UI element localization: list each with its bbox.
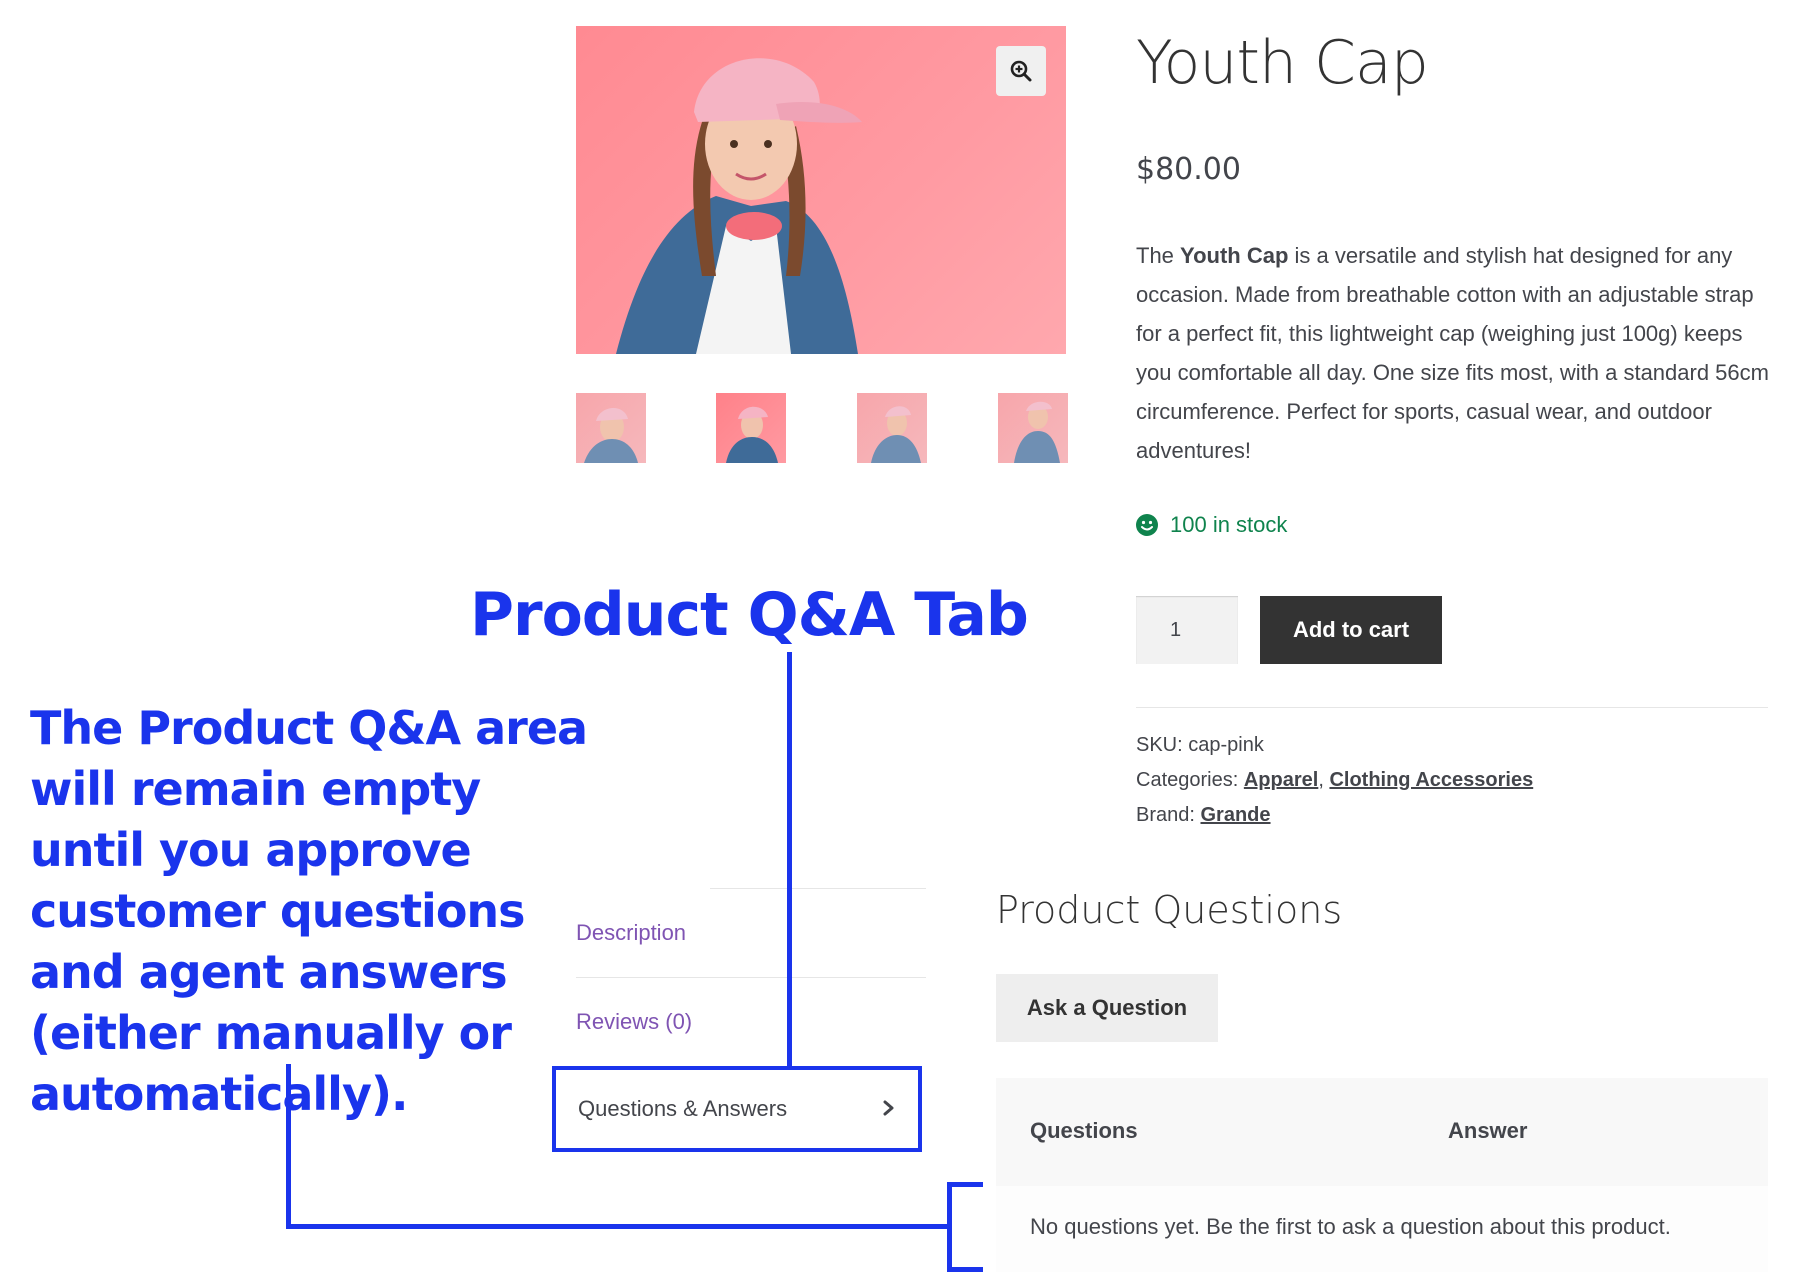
annotation-bracket <box>947 1267 983 1272</box>
brand-label: Brand: <box>1136 804 1195 826</box>
category-link-apparel[interactable]: Apparel <box>1244 769 1318 791</box>
description-text: is a versatile and stylish hat designed … <box>1136 243 1769 463</box>
tab-questions-answers-label: Questions & Answers <box>578 1096 788 1121</box>
stock-status: 100 in stock <box>1136 512 1287 538</box>
tab-description[interactable]: Description <box>576 920 686 946</box>
thumbnail-image <box>584 407 638 463</box>
thumbnail-image <box>726 406 778 463</box>
annotation-note: The Product Q&A area will remain empty u… <box>30 701 588 1121</box>
zoom-in-icon <box>1010 60 1032 82</box>
product-questions-heading: Product Questions <box>996 888 1343 932</box>
column-header-answer: Answer <box>1448 1118 1528 1143</box>
annotation-connector <box>286 1064 291 1228</box>
description-bold-name: Youth Cap <box>1180 243 1289 268</box>
thumbnail-image <box>1014 401 1060 463</box>
stock-text: 100 in stock <box>1170 512 1288 537</box>
product-title: Youth Cap <box>1136 28 1429 98</box>
category-link-clothing-accessories[interactable]: Clothing Accessories <box>1329 769 1533 791</box>
column-header-questions: Questions <box>1030 1118 1138 1143</box>
divider <box>1136 707 1768 708</box>
zoom-button[interactable] <box>996 46 1046 96</box>
quantity-input[interactable] <box>1136 596 1238 664</box>
tab-reviews[interactable]: Reviews (0) <box>576 1009 692 1035</box>
product-description: The Youth Cap is a versatile and stylish… <box>1136 236 1770 470</box>
sku-label: SKU: <box>1136 734 1183 756</box>
gallery-thumbnail-2[interactable] <box>716 393 786 463</box>
categories-label: Categories: <box>1136 769 1239 791</box>
product-main-image[interactable] <box>576 26 1066 354</box>
smiley-stock-icon <box>1136 514 1158 536</box>
tab-divider <box>710 888 926 889</box>
questions-empty-row: No questions yet. Be the first to ask a … <box>996 1186 1768 1272</box>
chevron-right-icon <box>883 1100 894 1116</box>
annotation-bracket <box>947 1182 983 1187</box>
product-price: $80.00 <box>1136 152 1241 187</box>
annotation-connector <box>286 1224 952 1229</box>
ask-question-button[interactable]: Ask a Question <box>996 974 1218 1042</box>
sku-value: cap-pink <box>1188 734 1264 756</box>
tab-questions-answers[interactable]: Questions & Answers <box>552 1066 922 1152</box>
brand-link[interactable]: Grande <box>1201 804 1271 826</box>
empty-questions-message: No questions yet. Be the first to ask a … <box>1030 1214 1671 1239</box>
product-sku: SKU: cap-pink <box>1136 734 1264 757</box>
annotation-connector <box>787 652 792 1068</box>
annotation-bracket <box>947 1182 952 1272</box>
gallery-thumbnail-4[interactable] <box>998 393 1068 463</box>
annotation-tab-label: Product Q&A Tab <box>470 580 1029 650</box>
gallery-thumbnail-1[interactable] <box>576 393 646 463</box>
product-brand: Brand: Grande <box>1136 804 1271 827</box>
add-to-cart-button[interactable]: Add to cart <box>1260 596 1442 664</box>
description-text: The <box>1136 243 1181 268</box>
questions-table-header: Questions Answer <box>996 1078 1768 1186</box>
model-photo <box>616 58 862 354</box>
thumbnail-image <box>871 406 921 463</box>
tab-divider <box>576 977 926 978</box>
gallery-thumbnail-3[interactable] <box>857 393 927 463</box>
category-separator: , <box>1318 769 1324 791</box>
product-categories: Categories: Apparel, Clothing Accessorie… <box>1136 769 1533 792</box>
